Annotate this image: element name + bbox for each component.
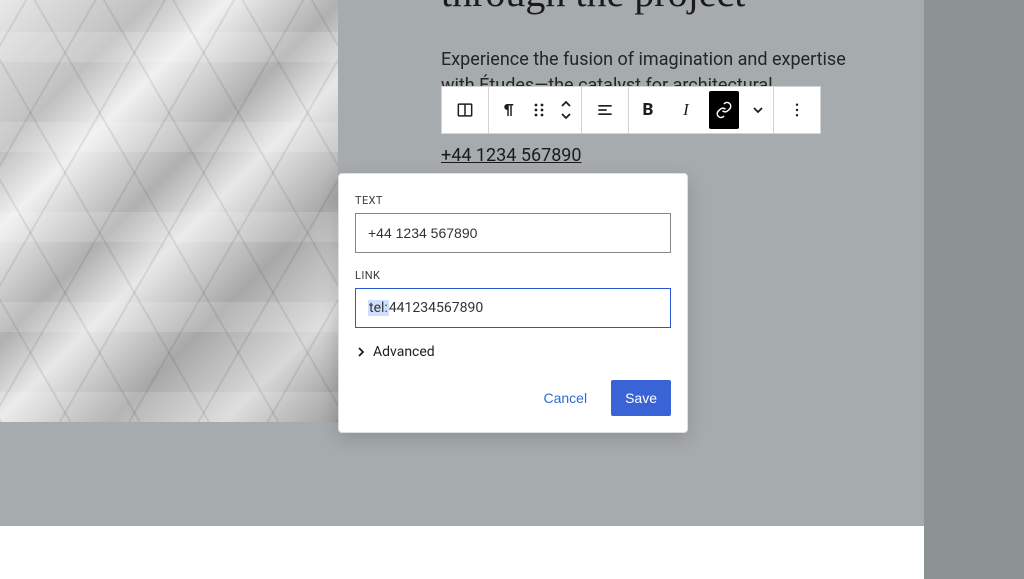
page-bottom-whitespace [0,526,924,579]
link-button[interactable] [709,91,739,129]
move-block-button[interactable] [551,87,581,133]
advanced-label: Advanced [373,344,435,360]
link-url-input[interactable]: tel:441234567890 [355,288,671,328]
italic-icon: I [683,100,689,120]
chevrons-vertical-icon [559,100,573,120]
link-field-label: LINK [355,269,671,282]
hero-image [0,0,338,422]
italic-button[interactable]: I [667,87,705,133]
pilcrow-icon [499,101,517,119]
link-dialog: TEXT LINK tel:441234567890 Advanced Canc… [338,173,688,433]
cancel-button[interactable]: Cancel [529,380,601,416]
drag-handle-icon [532,101,546,119]
bold-icon: B [643,100,654,120]
chevron-right-icon [355,346,367,358]
columns-icon [455,100,475,120]
page-headline: through the project [441,0,891,16]
more-vertical-icon [788,101,806,119]
link-icon [715,101,733,119]
align-button[interactable] [582,87,628,133]
drag-handle[interactable] [527,87,551,133]
save-button[interactable]: Save [611,380,671,416]
phone-link[interactable]: +44 1234 567890 [441,145,582,166]
link-url-selection: tel: [368,300,389,316]
text-field-label: TEXT [355,194,671,207]
link-url-rest: 441234567890 [389,300,483,316]
block-toolbar: B I [441,86,821,134]
align-left-icon [595,100,615,120]
link-text-input[interactable] [355,213,671,253]
more-formatting-button[interactable] [743,87,773,133]
paragraph-style-button[interactable] [489,87,527,133]
block-transform-button[interactable] [442,87,488,133]
editor-canvas: through the project Experience the fusio… [0,0,924,579]
chevron-down-icon [751,103,765,117]
advanced-toggle[interactable]: Advanced [355,344,671,360]
bold-button[interactable]: B [629,87,667,133]
more-options-button[interactable] [774,87,820,133]
